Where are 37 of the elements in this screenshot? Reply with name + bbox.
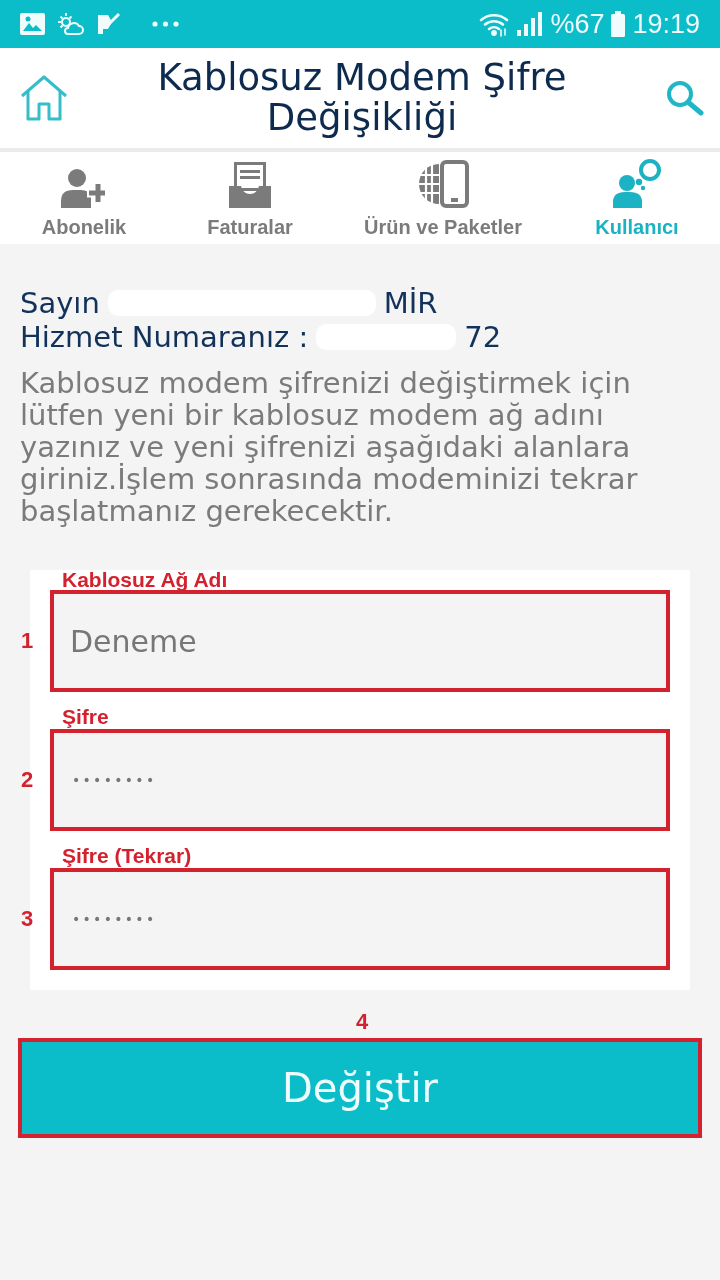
- image-icon: [20, 13, 45, 35]
- tab[interactable]: Abonelik: [0, 152, 168, 244]
- annotation-number: 4: [354, 1010, 369, 1034]
- salutation-text: Sayın: [20, 286, 100, 320]
- tab[interactable]: Kullanıcı: [554, 152, 720, 244]
- service-number-fragment: 72: [464, 320, 502, 354]
- annotation-number: 3: [21, 907, 34, 931]
- tab[interactable]: Ürün ve Paketler: [332, 152, 554, 244]
- password-field[interactable]: ••••••••: [50, 868, 670, 970]
- inbox-icon: [229, 162, 271, 208]
- field-label: Şifre (Tekrar): [62, 844, 192, 867]
- page-title: Kablosuz Modem Şifre Değişikliği: [156, 58, 568, 138]
- annotation-number: 2: [21, 768, 34, 792]
- password-field[interactable]: ••••••••: [50, 729, 670, 831]
- tab[interactable]: Faturalar: [168, 152, 332, 244]
- description-text: Kablosuz modem şifrenizi değiştirmek için lütfen yeni bir kablosuz modem ağ adını yazınız ve yeni şifrenizi aşağıdaki alanlara giriniz.İşlem sonrasında modeminizi tekrar başlatmanız gerekecektir.: [20, 367, 639, 527]
- battery-percent: %67: [550, 9, 605, 39]
- search-icon: [666, 80, 704, 116]
- more-icon: [152, 21, 179, 27]
- field-label: Şifre: [62, 705, 109, 728]
- signal-icon: [517, 12, 544, 36]
- field-label: Kablosuz Ağ Adı: [62, 568, 228, 591]
- annotation-number: 1: [21, 629, 34, 653]
- name-fragment: MİR: [383, 286, 438, 320]
- user-chat-icon: [612, 158, 662, 208]
- weather-icon: [57, 12, 85, 36]
- search-button[interactable]: [664, 78, 706, 118]
- change-button[interactable]: Değiştir: [18, 1038, 702, 1138]
- check-flag-icon: [97, 13, 120, 35]
- home-icon: [20, 74, 68, 122]
- service-number-label: Hizmet Numaranız :: [20, 320, 309, 354]
- user-plus-icon: [61, 168, 107, 208]
- wifi-icon: [479, 11, 511, 37]
- clock-time: 19:19: [632, 9, 700, 39]
- battery-icon: [611, 11, 626, 37]
- input-field[interactable]: Deneme: [50, 590, 670, 692]
- globe-phone-icon: [417, 160, 469, 208]
